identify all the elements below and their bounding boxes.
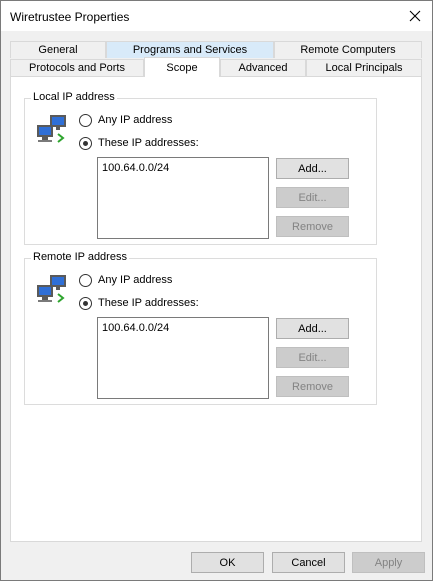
local-remove-button[interactable]: Remove (276, 216, 349, 237)
close-icon (409, 10, 421, 22)
close-button[interactable] (398, 1, 432, 31)
remote-edit-button[interactable]: Edit... (276, 347, 349, 368)
button-label: Edit... (298, 191, 327, 204)
tab-strip: General Programs and Services Remote Com… (10, 41, 422, 77)
cancel-button[interactable]: Cancel (272, 552, 345, 573)
tab-label: Scope (166, 61, 198, 74)
local-add-button[interactable]: Add... (276, 158, 349, 179)
remote-any-ip-label[interactable]: Any IP address (98, 274, 172, 286)
network-computers-icon (36, 274, 70, 309)
list-item[interactable]: 100.64.0.0/24 (102, 322, 169, 334)
tab-label: Protocols and Ports (29, 62, 125, 74)
remote-ip-listbox[interactable]: 100.64.0.0/24 (97, 317, 269, 399)
local-ip-group: Local IP address Any IP address These IP… (24, 91, 377, 245)
tab-remote-computers[interactable]: Remote Computers (274, 41, 422, 58)
button-label: Cancel (291, 556, 326, 569)
scope-tab-panel: Local IP address Any IP address These IP… (10, 76, 422, 542)
local-edit-button[interactable]: Edit... (276, 187, 349, 208)
button-label: Remove (292, 380, 333, 393)
remote-ip-group-label: Remote IP address (31, 251, 129, 263)
remote-ip-group: Remote IP address Any IP address These I… (24, 251, 377, 405)
remote-these-ip-radio[interactable] (79, 297, 92, 310)
tab-scope[interactable]: Scope (144, 57, 220, 77)
tab-label: Remote Computers (300, 44, 396, 56)
button-label: Edit... (298, 351, 327, 364)
tab-label: Advanced (238, 62, 288, 74)
local-these-ip-radio[interactable] (79, 137, 92, 150)
remote-these-ip-label[interactable]: These IP addresses: (98, 297, 199, 309)
tab-general[interactable]: General (10, 41, 106, 58)
tab-advanced[interactable]: Advanced (220, 59, 306, 76)
local-any-ip-label[interactable]: Any IP address (98, 114, 172, 126)
remote-any-ip-radio[interactable] (79, 274, 92, 287)
button-label: Apply (374, 556, 403, 569)
local-these-ip-label[interactable]: These IP addresses: (98, 137, 199, 149)
properties-dialog: Wiretrustee Properties General Programs … (0, 0, 433, 581)
list-item[interactable]: 100.64.0.0/24 (102, 162, 169, 174)
button-label: Remove (292, 220, 333, 233)
remote-add-button[interactable]: Add... (276, 318, 349, 339)
local-ip-listbox[interactable]: 100.64.0.0/24 (97, 157, 269, 239)
local-any-ip-radio[interactable] (79, 114, 92, 127)
tab-programs-and-services[interactable]: Programs and Services (106, 41, 274, 58)
tab-label: Programs and Services (132, 44, 248, 56)
tab-protocols-and-ports[interactable]: Protocols and Ports (10, 59, 144, 76)
ok-button[interactable]: OK (191, 552, 264, 573)
tab-local-principals[interactable]: Local Principals (306, 59, 422, 76)
remote-remove-button[interactable]: Remove (276, 376, 349, 397)
tab-label: Local Principals (325, 62, 403, 74)
tab-label: General (38, 44, 78, 56)
button-label: Add... (298, 322, 327, 335)
button-label: OK (219, 556, 236, 569)
window-title: Wiretrustee Properties (10, 10, 130, 24)
local-ip-group-label: Local IP address (31, 91, 117, 103)
title-bar: Wiretrustee Properties (1, 1, 432, 31)
apply-button[interactable]: Apply (352, 552, 425, 573)
network-computers-icon (36, 114, 70, 149)
button-label: Add... (298, 162, 327, 175)
